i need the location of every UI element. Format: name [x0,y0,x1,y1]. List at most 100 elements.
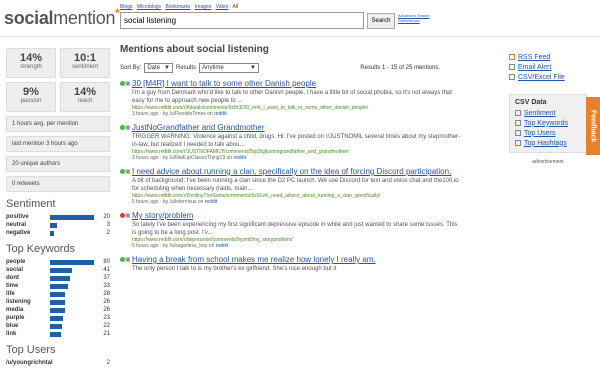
users-name: /u/youngrichntal [6,360,53,366]
sentiment-name: positive [6,214,29,220]
source-type-links: Blogs Microblogs Bookmarks Images Video … [120,4,241,10]
mention-meta: 3 hours ago - by /u/RedLipClassicThing19… [132,155,500,161]
csv-icon [515,120,521,126]
keywords-row[interactable]: link 21 [6,330,110,338]
mention-meta-text: 5 hours ago - by /u/internisus on [132,199,204,205]
keywords-row[interactable]: dont 37 [6,274,110,282]
mention-title-link[interactable]: Having a break from school makes me real… [132,255,500,265]
keywords-bar [50,323,63,329]
mention-snippet: I'm a guy from Denmark who'd like to tal… [132,90,452,104]
users-count: 2 [106,360,110,366]
mention-source-link[interactable]: reddit [216,243,229,249]
mention-meta: 5 hours ago - by /u/sugarless_boy on red… [132,243,500,249]
stat-label: passion [20,98,42,104]
mention-source-link[interactable]: reddit [214,111,227,117]
logo-text: social [4,8,54,28]
logo-text-rest: mention [53,8,116,28]
link-label: Top Hashtags [524,139,567,147]
keywords-count: 23 [103,315,110,321]
reddit-source-icon: ▣ [125,125,131,131]
keywords-name: blue [6,323,19,329]
type-blogs[interactable]: Blogs [120,4,133,10]
sentiment-count: 2 [106,230,110,236]
mention-title-link[interactable]: JustNoGrandfather and Grandmother [132,123,500,133]
search-input[interactable] [120,12,364,29]
rss-icon [509,54,515,60]
keywords-row[interactable]: social 41 [6,266,110,274]
keywords-row[interactable]: people 80 [6,258,110,266]
type-all[interactable]: All [233,4,239,10]
stat-value: 9% [23,86,39,98]
mention-title-link[interactable]: I need advice about running a clan, spec… [132,167,500,177]
keywords-name: media [6,307,24,313]
main-column: Mentions about social listening Sort By:… [120,44,500,274]
csv-title: CSV Data [515,99,547,106]
mention-item: ▣ Having a break from school makes me rea… [120,255,500,274]
stat-label: strength [20,64,42,70]
csv-sentiment-link[interactable]: Sentiment [515,108,581,118]
avg-per-mention: 1 hours avg. per mention [6,116,110,132]
mention-item: ▣ JustNoGrandfather and Grandmother TRIGGE… [120,123,500,161]
type-microblogs[interactable]: Microblogs [137,4,161,10]
keywords-bar [50,267,73,273]
keywords-row[interactable]: life 28 [6,290,110,298]
keywords-count: 80 [103,259,110,265]
csv-hashtags-link[interactable]: Top Hashtags [515,138,581,148]
keywords-bar [50,259,94,265]
csv-keywords-link[interactable]: Top Keywords [515,118,581,128]
sentiment-heading: Sentiment [6,198,56,210]
sentiment-row[interactable]: neutral 3 [6,221,110,229]
keywords-bar [50,283,69,289]
type-images[interactable]: Images [195,4,211,10]
mention-source-link[interactable]: reddit [233,155,246,161]
link-label: Top Keywords [524,119,568,127]
csv-icon [515,110,521,116]
mention-snippet: A bit of background: I've been running a… [132,178,459,192]
type-video[interactable]: Video [216,4,229,10]
sort-value: Date [147,65,161,71]
mention-source-link[interactable]: reddit [205,199,218,205]
email-alert-link[interactable]: Email Alert [509,62,587,72]
csv-users-link[interactable]: Top Users [515,128,581,138]
keywords-count: 37 [103,275,110,281]
reddit-source-icon: ▣ [125,169,131,175]
keywords-name: social [6,267,24,273]
logo[interactable]: socialmention* [4,6,120,29]
keywords-name: link [6,331,17,337]
keywords-name: time [6,283,19,289]
stat-value: 10:1 [73,52,97,64]
keywords-count: 21 [103,331,110,337]
mention-title-link[interactable]: 30 [M4R] I want to talk to some other Da… [132,79,500,89]
sentiment-bar [50,222,57,228]
keywords-row[interactable]: media 26 [6,306,110,314]
retweets: 0 retweets [6,176,110,192]
sort-select[interactable]: Date ▼ [144,63,173,73]
last-mention: last mention 3 hours ago [6,136,110,152]
rss-feed-link[interactable]: RSS Feed [509,52,587,62]
left-sidebar: 14% strength 10:1 sentiment 9% passion 14% r… [6,48,110,367]
advanced-links: Advanced Search Preferences [398,13,430,23]
keywords-row[interactable]: listening 26 [6,298,110,306]
sentiment-row[interactable]: negative 2 [6,229,110,237]
time-select[interactable]: Anytime ▼ [199,63,259,73]
users-heading: Top Users [6,344,56,356]
keywords-name: life [6,291,15,297]
stat-strength: 14% strength [6,48,56,78]
sentiment-bar [50,214,94,220]
keywords-row[interactable]: blue 22 [6,322,110,330]
feedback-tab[interactable]: Feedback [586,97,600,155]
stat-label: reach [77,98,93,104]
keywords-name: listening [6,299,31,305]
advertisement-label: advertisement [532,159,564,165]
keywords-row[interactable]: purple 23 [6,314,110,322]
keywords-row[interactable]: time 33 [6,282,110,290]
search-button[interactable]: Search [367,13,395,29]
csv-icon [515,130,521,136]
type-bookmarks[interactable]: Bookmarks [165,4,190,10]
preferences-link[interactable]: Preferences [398,18,430,23]
mention-title-link[interactable]: My story/problem [132,211,500,221]
link-label: Top Users [524,129,556,137]
users-row[interactable]: /u/youngrichntal 2 [6,359,110,367]
csv-file-link[interactable]: CSV/Excel File [509,72,587,82]
sentiment-row[interactable]: positive 20 [6,213,110,221]
